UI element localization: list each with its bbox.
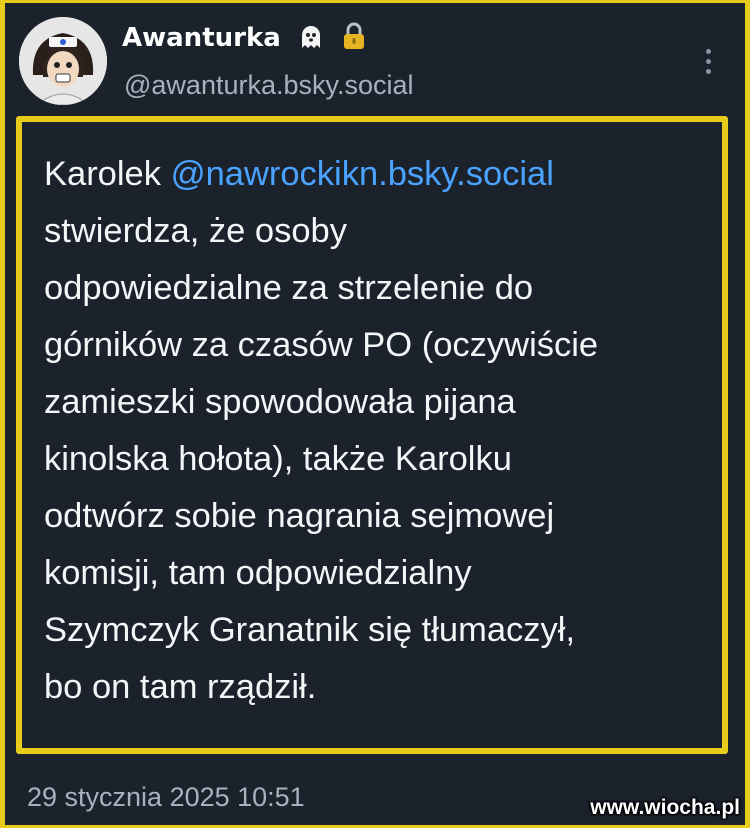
lock-icon (341, 22, 367, 59)
site-watermark: www.wiocha.pl (590, 796, 740, 819)
menu-dot (705, 58, 711, 64)
post-line: bo on tam rządził. (44, 668, 317, 706)
post-text: Karolek @nawrockikn.bsky.social stwierdz… (44, 146, 724, 716)
mention-link[interactable]: @nawrockikn.bsky.social (171, 155, 554, 193)
post-line: Karolek @nawrockikn.bsky.social (44, 146, 724, 203)
post-line: górników za czasów PO (oczywiście (44, 326, 599, 364)
post-line: Szymczyk Granatnik się tłumaczył, (44, 611, 576, 649)
post-line: odpowiedzialne za strzelenie do (44, 269, 534, 307)
post-timestamp[interactable]: 29 stycznia 2025 10:51 (27, 779, 305, 815)
avatar-image (19, 17, 107, 105)
display-name-text: Awanturka (122, 23, 281, 53)
display-name[interactable]: Awanturka (122, 21, 367, 59)
avatar[interactable] (19, 17, 107, 105)
more-options-button[interactable] (695, 39, 721, 83)
post-body: Karolek @nawrockikn.bsky.social stwierdz… (16, 116, 728, 754)
ghost-icon (298, 24, 324, 59)
post-line-text: Karolek (44, 155, 171, 193)
post-line: stwierdza, że osoby (44, 212, 347, 250)
post-line: kinolska hołota), także Karolku (44, 440, 512, 478)
menu-dot (705, 68, 711, 74)
post-line: komisji, tam odpowiedzialny (44, 554, 472, 592)
menu-dot (705, 48, 711, 54)
post-line: odtwórz sobie nagrania sejmowej (44, 497, 555, 535)
author-handle[interactable]: @awanturka.bsky.social (124, 67, 414, 103)
post-line: zamieszki spowodowała pijana (44, 383, 516, 421)
post-header: Awanturka @awanturka.bsky.social (5, 3, 745, 111)
post-card: Awanturka @awanturka.bsky.social Karolek… (5, 3, 745, 825)
